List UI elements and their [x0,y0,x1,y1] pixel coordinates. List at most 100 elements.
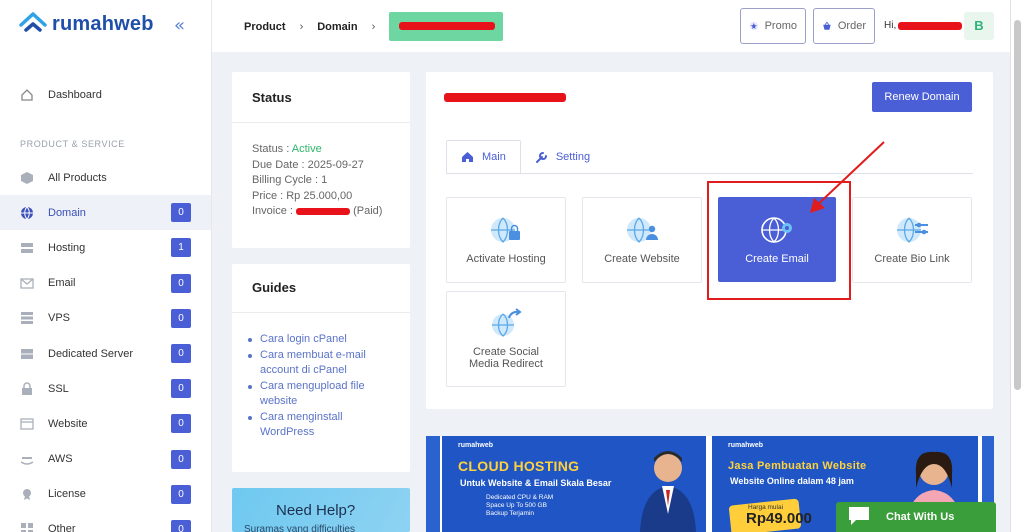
sidebar-item-dedicated-server[interactable]: Dedicated Server 0 [0,336,211,371]
cube-icon [21,171,33,184]
chat-label: Chat With Us [886,511,955,523]
count-badge: 0 [171,484,191,504]
basket-icon [823,21,831,30]
sidebar-item-label: SSL [48,382,69,395]
sidebar-item-label: License [48,488,86,501]
sidebar-item-label: Website [48,417,88,430]
sidebar-item-aws[interactable]: AWS 0 [0,442,211,477]
banner-subtitle: Untuk Website & Email Skala Besar [460,478,612,488]
avatar[interactable]: B [964,12,994,40]
product-menu: All Products Domain 0 Hosting 1 Email 0 … [0,160,211,532]
guide-link[interactable]: Cara mengupload file website [248,379,398,410]
globe-sliders-icon [897,217,928,243]
wrench-icon [535,151,547,163]
sidebar-item-all-products[interactable]: All Products [0,160,211,195]
page-scrollbar[interactable] [1010,0,1024,532]
sidebar-item-license[interactable]: License 0 [0,477,211,512]
sidebar-item-label: Domain [48,206,86,219]
order-label: Order [837,20,866,32]
banner-brand: rumahweb [728,442,764,449]
status-details: Status : Active Due Date : 2025-09-27 Bi… [252,142,382,220]
renew-domain-button[interactable]: Renew Domain [872,82,972,112]
tab-label: Setting [555,151,591,163]
sidebar-item-label: Email [48,277,76,290]
home-icon [462,152,473,162]
status-card: Status Status : Active Due Date : 2025-0… [232,72,410,248]
activate-hosting-button[interactable]: Activate Hosting [446,197,566,283]
section-label: PRODUCT & SERVICE [20,139,125,149]
sidebar-item-label: Dedicated Server [48,347,133,360]
action-label: Activate Hosting [466,253,546,265]
guides-title: Guides [252,280,297,295]
help-title: Need Help? [276,502,356,519]
tab-label: Main [482,151,506,163]
grid-icon [21,523,33,532]
tab-main[interactable]: Main [446,140,521,174]
browser-icon [20,418,34,430]
sidebar-item-hosting[interactable]: Hosting 1 [0,230,211,265]
breadcrumb-domain[interactable]: Domain [317,21,357,33]
invoice: Invoice : (Paid) [252,205,383,217]
brand-logo[interactable]: rumahweb [18,10,154,38]
mail-icon [20,278,34,289]
sidebar-item-label: All Products [48,171,107,184]
sidebar-item-email[interactable]: Email 0 [0,266,211,301]
banner-features: Dedicated CPU & RAM Space Up To 500 GB B… [486,494,554,517]
collapse-sidebar-icon[interactable]: « [174,15,185,36]
aws-icon [20,457,34,465]
banner-subtitle: Website Online dalam 48 jam [730,476,854,486]
count-badge: 0 [171,203,191,223]
breadcrumb-current-redacted [389,12,504,41]
count-badge: 0 [171,519,191,532]
help-subtitle: Suramas yang difficulties [244,524,355,532]
user-greeting: Hi, [884,20,897,31]
globe-user-icon [627,217,658,243]
stack-icon [21,312,33,325]
price: Price : Rp 25.000,00 [252,189,353,202]
status-title: Status [252,90,292,105]
tab-setting[interactable]: Setting [521,140,604,174]
chat-bubble-icon [849,507,869,525]
sidebar-item-other[interactable]: Other 0 [0,512,211,532]
help-card[interactable]: Need Help? Suramas yang difficulties [232,488,410,532]
home-icon [21,89,33,101]
breadcrumb-product[interactable]: Product [244,21,286,33]
guide-link[interactable]: Cara membuat e-mail account di cPanel [248,348,398,379]
globe-lock-icon [491,217,520,243]
count-badge: 1 [171,238,191,258]
guide-link[interactable]: Cara menginstall WordPress [248,410,398,441]
chevron-right-icon: › [299,20,304,33]
logo-icon [19,12,47,32]
sidebar-item-domain[interactable]: Domain 0 [0,195,211,231]
action-label: Create Bio Link [874,253,950,265]
count-badge: 0 [171,308,191,328]
order-button[interactable]: Order [813,8,875,44]
cloud-hosting-banner[interactable]: rumahweb CLOUD HOSTING Untuk Website & E… [442,436,706,532]
promo-label: Promo [764,20,797,32]
promo-button[interactable]: Promo [740,8,806,44]
count-badge: 0 [171,344,191,364]
domain-tabs: Main Setting [446,140,604,174]
guides-card: Guides Cara login cPanel Cara membuat e-… [232,264,410,472]
sidebar-item-ssl[interactable]: SSL 0 [0,371,211,406]
banner-headline: CLOUD HOSTING [458,458,580,474]
create-website-button[interactable]: Create Website [582,197,702,283]
sidebar-item-website[interactable]: Website 0 [0,406,211,441]
scrollbar-thumb[interactable] [1014,20,1021,390]
brand-name: rumahweb [52,12,154,35]
chat-with-us-button[interactable]: Chat With Us [836,502,996,532]
redacted-username [898,22,962,30]
billing-cycle: Billing Cycle : 1 [252,174,328,186]
guide-link[interactable]: Cara login cPanel [248,332,398,348]
server-icon [21,242,33,253]
tabs-divider [446,173,973,174]
sidebar-item-dashboard[interactable]: Dashboard [0,80,211,110]
redacted-invoice-number[interactable] [296,207,351,215]
lock-icon [22,382,32,395]
create-social-media-redirect-button[interactable]: Create Social Media Redirect [446,291,566,387]
breadcrumb: Product › Domain › [244,12,504,41]
status-badge: Active [291,143,322,155]
banner-headline: Jasa Pembuatan Website [728,460,867,472]
sidebar-item-vps[interactable]: VPS 0 [0,301,211,336]
action-label: Create Social Media Redirect [469,346,543,370]
